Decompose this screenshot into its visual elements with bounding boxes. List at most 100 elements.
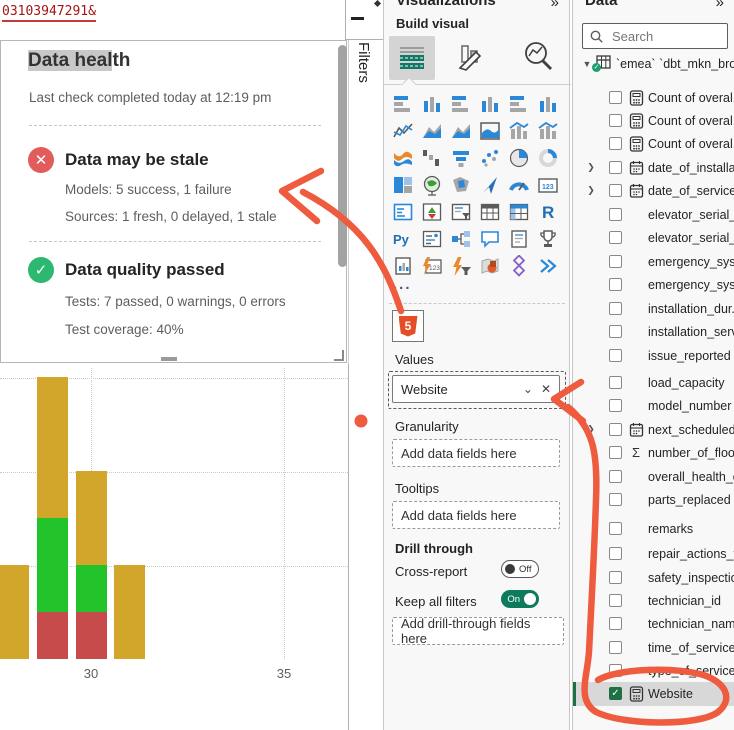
bar-segment-gold[interactable] <box>37 377 68 518</box>
decomposition-tree-icon[interactable] <box>449 227 472 250</box>
stacked-area-chart-icon[interactable] <box>449 119 472 142</box>
treemap-icon[interactable] <box>391 173 414 196</box>
chevron-down-icon[interactable]: ⌄ <box>523 382 533 396</box>
metrics-icon[interactable] <box>536 227 559 250</box>
granularity-field-well[interactable]: Add data fields here <box>392 439 560 467</box>
matrix-icon[interactable] <box>507 200 530 223</box>
drill-through-field-well[interactable]: Add drill-through fields here <box>392 617 564 645</box>
field-row-time-of-service[interactable]: time_of_service <box>573 636 734 659</box>
values-field-well[interactable]: Website ⌄ ✕ <box>392 375 560 403</box>
tooltip-resize-handle[interactable] <box>334 350 344 361</box>
checkbox[interactable] <box>609 208 622 221</box>
checkbox[interactable] <box>609 399 622 412</box>
checkbox[interactable] <box>609 184 622 197</box>
field-row-safety-inspectio[interactable]: safety_inspectio... <box>573 566 734 589</box>
bar-segment-gold[interactable] <box>114 565 145 659</box>
collapse-pane-icon[interactable]: » <box>716 0 724 11</box>
azure-map-icon[interactable] <box>478 173 501 196</box>
card-icon[interactable]: 123 <box>536 173 559 196</box>
checkbox[interactable] <box>609 594 622 607</box>
field-row-load-capacity[interactable]: load_capacity <box>573 371 734 394</box>
checkbox[interactable] <box>609 137 622 150</box>
dynamic-filter-icon[interactable] <box>449 254 472 277</box>
bar-segment-red[interactable] <box>76 612 107 659</box>
field-row-type-of-service[interactable]: type_of_service <box>573 659 734 682</box>
line-and-clustered-column-chart-icon[interactable] <box>536 119 559 142</box>
gauge-icon[interactable] <box>507 173 530 196</box>
clustered-bar-chart-icon[interactable] <box>449 92 472 115</box>
tab-format-visual[interactable] <box>456 42 486 77</box>
checkbox[interactable] <box>609 161 622 174</box>
search-input[interactable] <box>610 28 714 45</box>
field-row-elevator-serial[interactable]: elevator_serial_... <box>573 203 734 226</box>
cross-report-toggle[interactable]: Off <box>501 560 539 578</box>
slicer-icon[interactable] <box>449 200 472 223</box>
checkbox[interactable] <box>609 423 622 436</box>
smart-narrative-icon[interactable] <box>507 227 530 250</box>
checkbox[interactable] <box>609 493 622 506</box>
checkbox[interactable] <box>609 255 622 268</box>
checkbox[interactable] <box>609 91 622 104</box>
table-tree-root[interactable]: ▼ ✓ `emea` `dbt_mkn_bron... <box>573 52 734 75</box>
bar-segment-gold[interactable] <box>0 565 29 659</box>
tooltips-field-well[interactable]: Add data fields here <box>392 501 560 529</box>
python-visual-icon[interactable]: Py <box>391 227 414 250</box>
field-row-installation-dur[interactable]: installation_dur... <box>573 297 734 320</box>
pie-chart-icon[interactable] <box>507 146 530 169</box>
checkbox[interactable] <box>609 325 622 338</box>
checkbox[interactable] <box>609 617 622 630</box>
tooltip-vertical-scrollbar[interactable] <box>338 45 347 267</box>
funnel-chart-icon[interactable] <box>449 146 472 169</box>
map-icon[interactable] <box>420 173 443 196</box>
checkbox[interactable] <box>609 302 622 315</box>
field-row-emergency-syst[interactable]: emergency_syst... <box>573 250 734 273</box>
pane-collapse-box[interactable] <box>345 0 383 40</box>
field-row-overall-health-c[interactable]: overall_health_c... <box>573 465 734 488</box>
chevron-right-icon[interactable]: ❯ <box>583 424 599 435</box>
collapse-pane-icon[interactable]: » <box>551 0 559 11</box>
ribbon-chart-icon[interactable] <box>391 146 414 169</box>
table-icon[interactable] <box>478 200 501 223</box>
line-chart-icon[interactable] <box>391 119 414 142</box>
dynamic-card-icon[interactable]: 123 <box>420 254 443 277</box>
paginated-report-icon[interactable] <box>391 254 414 277</box>
key-influencers-icon[interactable] <box>420 227 443 250</box>
stacked-bar-chart-icon[interactable] <box>391 92 414 115</box>
checkbox[interactable] <box>609 114 622 127</box>
stacked-column-chart-visual[interactable]: 3035 <box>0 364 349 730</box>
bar-segment-red[interactable] <box>37 612 68 659</box>
chevron-right-icon[interactable]: ❯ <box>583 185 599 196</box>
hundred-percent-stacked-column-chart-icon[interactable] <box>536 92 559 115</box>
kpi-icon[interactable] <box>420 200 443 223</box>
bar-segment-green[interactable] <box>37 518 68 612</box>
field-row-number-of-floo[interactable]: Σnumber_of_floo... <box>573 441 734 464</box>
area-chart-icon[interactable] <box>420 119 443 142</box>
multi-row-card-icon[interactable] <box>391 200 414 223</box>
field-row-repair-actions-t[interactable]: repair_actions_t... <box>573 542 734 565</box>
field-row-date-of-installa[interactable]: ❯date_of_installa... <box>573 156 734 179</box>
more-visuals-button[interactable]: ... <box>393 276 412 293</box>
waterfall-chart-icon[interactable] <box>420 146 443 169</box>
field-row-emergency-syst[interactable]: emergency_syst... <box>573 273 734 296</box>
values-field-pill[interactable]: Website <box>401 382 448 397</box>
checkbox[interactable] <box>609 349 622 362</box>
ribbon-wave-chart-icon[interactable] <box>478 119 501 142</box>
tab-build-visual[interactable] <box>389 36 435 80</box>
line-and-stacked-column-chart-icon[interactable] <box>507 119 530 142</box>
field-row-issue-reported[interactable]: issue_reported <box>573 344 734 367</box>
field-row-date-of-service[interactable]: ❯date_of_service <box>573 179 734 202</box>
search-box[interactable] <box>582 23 728 49</box>
html-content-custom-visual[interactable]: 5 <box>392 310 424 342</box>
power-apps-icon[interactable] <box>507 254 530 277</box>
checkbox[interactable] <box>609 522 622 535</box>
tooltip-horizontal-scrollbar[interactable] <box>161 357 177 361</box>
checkbox[interactable] <box>609 231 622 244</box>
keep-all-filters-toggle[interactable]: On <box>501 590 539 608</box>
remove-field-icon[interactable]: ✕ <box>541 382 551 396</box>
bar-segment-green[interactable] <box>76 565 107 612</box>
q-and-a-icon[interactable] <box>478 227 501 250</box>
tab-analytics[interactable] <box>522 40 554 77</box>
clustered-column-chart-icon[interactable] <box>478 92 501 115</box>
field-row-next-scheduled[interactable]: ❯next_scheduled... <box>573 418 734 441</box>
field-row-count-of-overal[interactable]: Count of overal... <box>573 86 734 109</box>
